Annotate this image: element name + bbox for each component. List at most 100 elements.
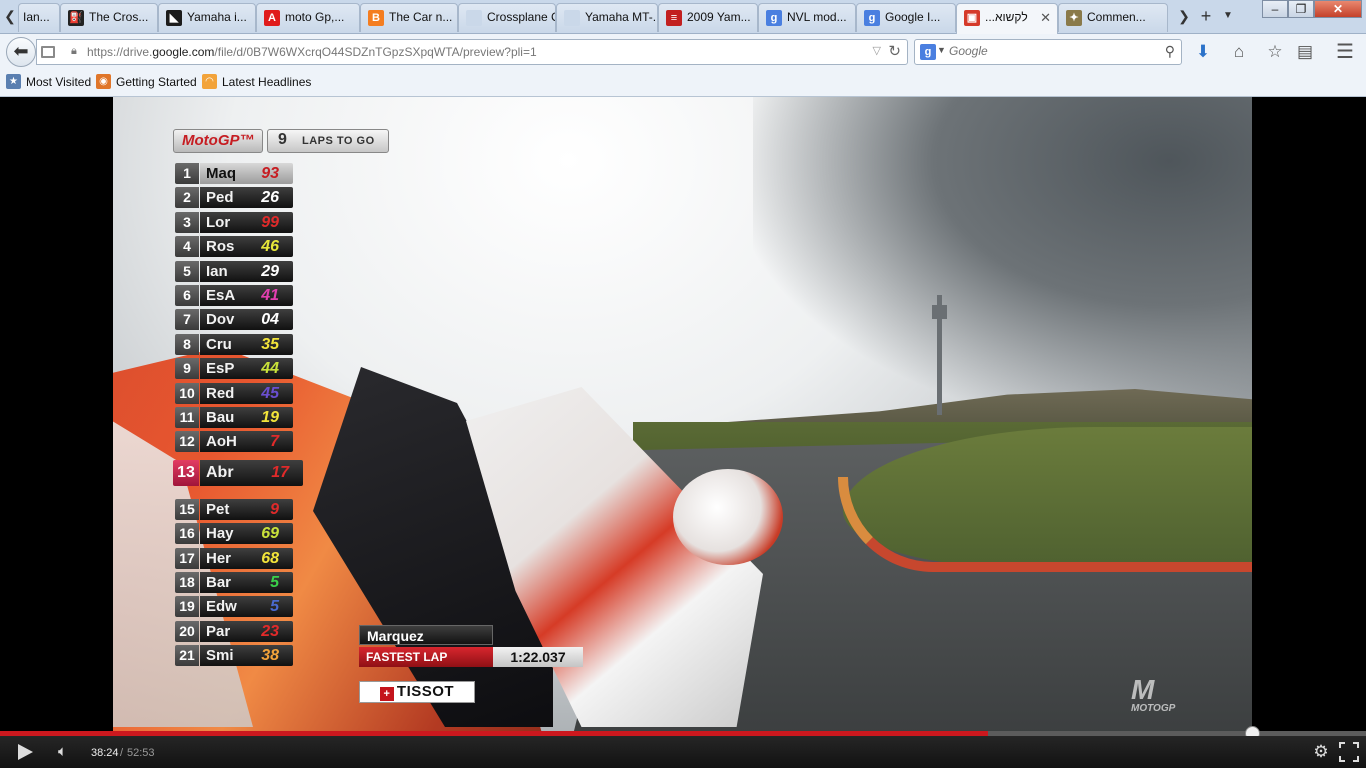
video-player[interactable]: MotoGP™ 9 LAPS TO GO 1 Maq 93 2 Ped 26 3 Lor 99 4… bbox=[0, 97, 1366, 734]
standing-rider: Pet 9 bbox=[200, 498, 293, 520]
hamburger-menu-icon[interactable]: ☰ bbox=[1334, 41, 1356, 63]
sponsor-name: TISSOT bbox=[396, 683, 455, 700]
tab-12[interactable]: ✦ Commen... bbox=[1058, 3, 1168, 32]
downloads-icon[interactable]: ⬇ bbox=[1192, 41, 1214, 63]
standing-row: 19 Edw 5 bbox=[175, 596, 293, 618]
search-engine-dropdown-icon[interactable]: ▼ bbox=[937, 45, 946, 55]
tab-2[interactable]: ⛽ The Cros... bbox=[60, 3, 158, 32]
standing-position: 19 bbox=[175, 596, 199, 618]
rider-number: 38 bbox=[261, 647, 279, 665]
url-history-dropdown-icon[interactable]: ▽ bbox=[873, 44, 881, 57]
search-icon[interactable]: ⚲ bbox=[1165, 43, 1175, 60]
tab-title: moto Gp,... bbox=[285, 10, 345, 24]
volume-icon[interactable]: 🔈︎ bbox=[58, 742, 80, 762]
page-info-icon[interactable] bbox=[41, 46, 55, 58]
rider-number: 17 bbox=[271, 463, 289, 481]
video-frame[interactable]: MotoGP™ 9 LAPS TO GO 1 Maq 93 2 Ped 26 3 Lor 99 4… bbox=[113, 97, 1252, 731]
standing-rider: Par 23 bbox=[200, 620, 293, 642]
close-tab-icon[interactable]: ✕ bbox=[1040, 4, 1051, 31]
tab-5[interactable]: B The Car n... bbox=[360, 3, 458, 32]
standing-position: 21 bbox=[175, 645, 199, 667]
bookmark-label: Most Visited bbox=[26, 75, 92, 89]
google-icon: g bbox=[864, 10, 880, 26]
tab-4[interactable]: Amoto Gp,... bbox=[256, 3, 360, 32]
rider-abbrev: EsP bbox=[206, 360, 235, 378]
minimize-window-icon[interactable]: – bbox=[1262, 0, 1288, 18]
tab-list-dropdown-icon[interactable]: ▼ bbox=[1220, 4, 1236, 28]
standing-rider: Dov 04 bbox=[200, 309, 293, 331]
standing-position: 3 bbox=[175, 211, 199, 233]
rider-abbrev: Edw bbox=[206, 598, 237, 616]
search-input[interactable] bbox=[949, 44, 1149, 58]
standing-rider: Smi 38 bbox=[200, 645, 293, 667]
search-bar[interactable]: g ▼ ⚲ bbox=[914, 39, 1182, 65]
lock-icon[interactable]: 🔒︎ bbox=[71, 45, 81, 58]
tab-11[interactable]: ▣ ...לקשוא ✕ bbox=[956, 3, 1058, 34]
rider-abbrev: Red bbox=[206, 384, 235, 402]
laps-to-go-label: LAPS TO GO bbox=[302, 135, 375, 147]
back-button[interactable]: ⬅ bbox=[6, 37, 36, 67]
tab-scroll-left-icon[interactable]: ❮ bbox=[2, 4, 18, 28]
laps-remaining-number: 9 bbox=[278, 131, 287, 148]
standing-position: 16 bbox=[175, 523, 199, 545]
home-icon[interactable]: ⌂ bbox=[1228, 41, 1250, 63]
new-tab-icon[interactable]: + bbox=[1198, 4, 1214, 28]
motogp-m-icon: M bbox=[1131, 674, 1155, 705]
fastest-lap-time: 1:22.037 bbox=[493, 647, 583, 667]
standing-row: 2 Ped 26 bbox=[175, 187, 293, 209]
bookmark-latest-headlines[interactable]: ◠ Latest Headlines bbox=[202, 74, 311, 89]
fullscreen-icon[interactable] bbox=[1339, 742, 1359, 762]
tab-title: Commen... bbox=[1087, 10, 1146, 24]
standing-rider: Maq 93 bbox=[200, 163, 293, 184]
standing-row: 6 EsA 41 bbox=[175, 285, 293, 306]
standing-position: 10 bbox=[175, 382, 199, 404]
tab-8[interactable]: ≡ 2009 Yam... bbox=[658, 3, 758, 32]
fastest-lap-rider: Marquez bbox=[359, 625, 493, 645]
bookmark-star-icon[interactable]: ☆ bbox=[1264, 41, 1286, 63]
tab-scroll-right-icon[interactable]: ❯ bbox=[1176, 4, 1192, 28]
bookmarks-menu-icon[interactable]: ▤ bbox=[1294, 41, 1316, 63]
rider-abbrev: Pet bbox=[206, 500, 230, 518]
bookmark-most-visited[interactable]: ★ Most Visited bbox=[6, 74, 92, 89]
tab-6[interactable]: Crossplane Cr... bbox=[458, 3, 556, 32]
rider-abbrev: Maq bbox=[206, 165, 236, 182]
light-tower bbox=[932, 295, 947, 415]
url-bar[interactable]: 🔒︎ https://drive.google.com/file/d/0B7W6… bbox=[36, 39, 908, 65]
search-engine-icon[interactable]: g bbox=[920, 44, 936, 60]
url-prefix: https://drive. bbox=[87, 45, 153, 59]
rider-number: 35 bbox=[261, 335, 279, 353]
rider-abbrev: Ian bbox=[206, 262, 228, 280]
motorbike-icon: ⛽ bbox=[68, 10, 84, 26]
tab-title: Crossplane Cr... bbox=[487, 10, 555, 24]
current-time: 38:24 bbox=[91, 747, 119, 759]
bookmark-getting-started[interactable]: ◉ Getting Started bbox=[96, 74, 197, 89]
tab-title: Ian... bbox=[23, 10, 50, 24]
reload-icon[interactable]: ↻ bbox=[888, 42, 901, 60]
rider-abbrev: AoH bbox=[206, 433, 237, 451]
tab-strip: ❮ Ian... ⛽ The Cros... ◣ Yamaha i... Amoto Gp… bbox=[0, 0, 1366, 34]
standing-rider: Abr 17 bbox=[200, 459, 303, 486]
tab-1[interactable]: Ian... bbox=[18, 3, 60, 32]
rider-number: 68 bbox=[261, 549, 279, 567]
firefox-icon: ◉ bbox=[96, 74, 111, 89]
standing-rider: Hay 69 bbox=[200, 523, 293, 545]
laps-to-go-box: 9 LAPS TO GO bbox=[267, 129, 389, 153]
settings-gear-icon[interactable]: ⚙ bbox=[1311, 741, 1331, 763]
restore-window-icon[interactable]: ❐ bbox=[1288, 0, 1314, 18]
standing-position: 11 bbox=[175, 407, 199, 428]
play-icon[interactable] bbox=[18, 744, 33, 760]
url-text[interactable]: https://drive.google.com/file/d/0B7W6WXc… bbox=[87, 45, 537, 59]
standing-row: 11 Bau 19 bbox=[175, 407, 293, 428]
rss-icon: ◠ bbox=[202, 74, 217, 89]
standing-row: 20 Par 23 bbox=[175, 620, 293, 642]
tab-10[interactable]: g Google I... bbox=[856, 3, 956, 32]
tab-title: Yamaha i... bbox=[187, 10, 247, 24]
tab-9[interactable]: g NVL mod... bbox=[758, 3, 856, 32]
tab-title: ...לקשוא bbox=[985, 10, 1028, 24]
rider-number: 99 bbox=[261, 213, 279, 231]
tab-3[interactable]: ◣ Yamaha i... bbox=[158, 3, 256, 32]
tab-7[interactable]: Yamaha MT-... bbox=[556, 3, 658, 32]
close-window-icon[interactable]: ✕ bbox=[1314, 0, 1362, 18]
standing-position: 1 bbox=[175, 163, 199, 184]
standing-position: 8 bbox=[175, 333, 199, 355]
